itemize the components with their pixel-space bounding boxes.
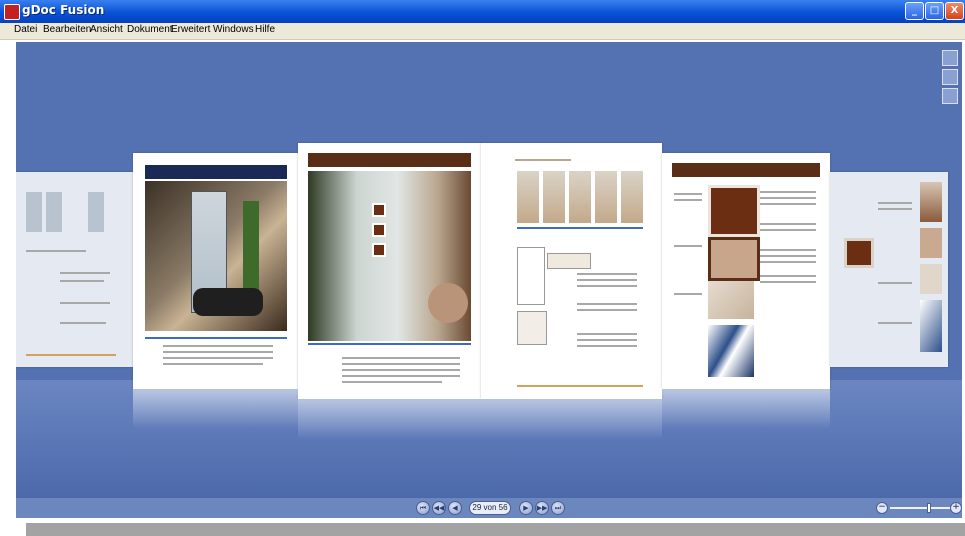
thumbnail-grid-icon[interactable] (942, 69, 958, 85)
page-right-2[interactable] (662, 153, 830, 389)
maximize-button[interactable]: □ (925, 2, 944, 20)
back-jump-button[interactable]: ◀◀ (432, 501, 446, 515)
close-button[interactable]: X (945, 2, 964, 20)
next-page-button[interactable]: ▶ (519, 501, 533, 515)
zoom-in-button[interactable]: + (950, 502, 962, 514)
zoom-slider-thumb[interactable] (927, 503, 931, 513)
page-thumbnail-left[interactable] (16, 172, 133, 367)
first-page-button[interactable]: ⏮ (416, 501, 430, 515)
window-titlebar: gDoc Fusion _ □ X (0, 0, 965, 23)
document-viewer[interactable]: ⏮ ◀◀ ◀ 29 von 56 ▶ ▶▶ ⏭ − + (16, 42, 962, 518)
page-right-1[interactable] (481, 143, 662, 399)
page-left-2[interactable] (133, 153, 298, 389)
zoom-out-button[interactable]: − (876, 502, 888, 514)
menu-erweitert[interactable]: Erweitert (171, 24, 210, 35)
menu-hilfe[interactable]: Hilfe (255, 24, 275, 35)
last-page-button[interactable]: ⏭ (551, 501, 565, 515)
page-left-1[interactable] (298, 143, 481, 399)
menu-dokument[interactable]: Dokument (127, 24, 173, 35)
menu-ansicht[interactable]: Ansicht (90, 24, 123, 35)
menu-datei[interactable]: Datei (14, 24, 37, 35)
single-page-view-icon[interactable] (942, 50, 958, 66)
menu-bearbeiten[interactable]: Bearbeiten (43, 24, 91, 35)
page-counter[interactable]: 29 von 56 (469, 501, 511, 515)
menu-bar: Datei Bearbeiten Ansicht Dokument Erweit… (0, 23, 965, 40)
navigation-toolbar: ⏮ ◀◀ ◀ 29 von 56 ▶ ▶▶ ⏭ − + (16, 498, 962, 518)
zoom-slider-track[interactable] (890, 507, 950, 509)
fullscreen-icon[interactable] (942, 88, 958, 104)
menu-windows[interactable]: Windows (213, 24, 254, 35)
page-thumbnail-right[interactable] (830, 172, 948, 367)
window-title: gDoc Fusion (22, 3, 105, 17)
minimize-button[interactable]: _ (905, 2, 924, 20)
status-strip (26, 523, 965, 536)
forward-jump-button[interactable]: ▶▶ (535, 501, 549, 515)
app-icon (4, 4, 20, 20)
previous-page-button[interactable]: ◀ (448, 501, 462, 515)
